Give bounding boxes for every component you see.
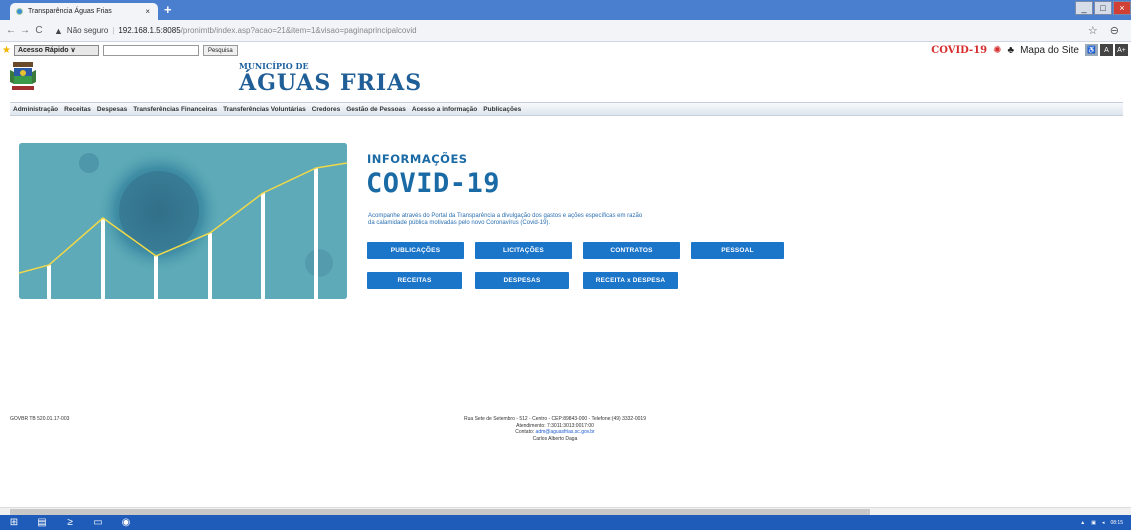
- tray-arrow-icon[interactable]: ▲: [1080, 520, 1085, 526]
- description-line: Acompanhe através do Portal da Transparê…: [368, 213, 643, 219]
- close-window-button[interactable]: ×: [1113, 1, 1131, 15]
- back-button[interactable]: ←: [4, 25, 18, 36]
- url-field[interactable]: ▲ Não seguro | 192.168.1.5:8085/pronimtb…: [54, 26, 417, 36]
- contact-label: Contato:: [515, 429, 535, 435]
- browser-tab-bar: Transparência Águas Frias × + _ □ ×: [0, 0, 1131, 20]
- covid-banner-image: [19, 143, 347, 299]
- volume-icon[interactable]: ◂: [1102, 520, 1105, 526]
- windows-start-icon[interactable]: ⊞: [0, 515, 28, 530]
- new-tab-button[interactable]: +: [164, 2, 172, 18]
- taskbar: ⊞ ▤ ≥ ▭ ◉ ▲ ▣ ◂ 08:15: [0, 515, 1131, 530]
- server-manager-icon[interactable]: ▤: [28, 515, 56, 530]
- menu-item[interactable]: Transferências Financeiras: [130, 106, 220, 113]
- file-explorer-icon[interactable]: ▭: [84, 515, 112, 530]
- pessoal-button[interactable]: PESSOAL: [691, 242, 784, 259]
- city-name: ÁGUAS FRIAS: [239, 70, 423, 96]
- menu-item[interactable]: Administração: [10, 106, 61, 113]
- reload-button[interactable]: C: [32, 25, 46, 36]
- publicacoes-button[interactable]: PUBLICAÇÕES: [367, 242, 464, 259]
- url-path: /pronimtb/index.asp?acao=21&item=1&visao…: [180, 26, 417, 35]
- accessibility-icon[interactable]: ♿: [1085, 44, 1098, 56]
- version-label: GOVBR TB 520.01.17-003: [10, 416, 70, 422]
- site-toolbar: ★ Acesso Rápido ∨ Pesquisa COVID-19 ✺ ♣ …: [0, 42, 1131, 58]
- font-increase-button[interactable]: A+: [1115, 44, 1128, 56]
- menu-item[interactable]: Receitas: [61, 106, 94, 113]
- site-map-link[interactable]: Mapa do Site: [1020, 45, 1079, 56]
- site-favicon-icon: [16, 8, 23, 15]
- main-menu: Administração Receitas Despesas Transfer…: [10, 102, 1123, 116]
- quick-access-select[interactable]: Acesso Rápido ∨: [13, 44, 99, 56]
- info-title: INFORMAÇÕES: [367, 152, 468, 166]
- font-normal-button[interactable]: A: [1100, 44, 1113, 56]
- network-icon[interactable]: ▣: [1091, 520, 1096, 526]
- system-tray: ▲ ▣ ◂ 08:15: [1080, 520, 1123, 526]
- contratos-button[interactable]: CONTRATOS: [583, 242, 680, 259]
- menu-item[interactable]: Despesas: [94, 106, 130, 113]
- sitemap-icon: ♣: [1007, 44, 1015, 56]
- site-header: MUNICÍPIO DE ÁGUAS FRIAS: [0, 58, 1131, 100]
- menu-item[interactable]: Transferências Voluntárias: [220, 106, 309, 113]
- profile-icon[interactable]: ⊖: [1110, 24, 1119, 37]
- address-bar: ← → C ▲ Não seguro | 192.168.1.5:8085/pr…: [0, 20, 1131, 42]
- horizontal-scrollbar[interactable]: [0, 507, 1131, 515]
- window-controls: _ □ ×: [1075, 1, 1131, 15]
- menu-item[interactable]: Publicações: [480, 106, 524, 113]
- despesas-button[interactable]: DESPESAS: [475, 272, 569, 289]
- contact-email-link[interactable]: adm@aguasfrias.sc.gov.br: [536, 429, 595, 435]
- description-line: da calamidade pública motivadas pelo nov…: [368, 220, 551, 226]
- favorite-star-icon: ★: [2, 44, 11, 56]
- minimize-button[interactable]: _: [1075, 1, 1093, 15]
- covid-link[interactable]: COVID-19: [931, 45, 987, 56]
- search-input[interactable]: [102, 44, 199, 56]
- covid-heading: COVID-19: [366, 168, 501, 199]
- municipal-crest-icon: [10, 62, 36, 90]
- chrome-icon[interactable]: ◉: [112, 515, 140, 530]
- virus-icon: ✺: [993, 44, 1002, 56]
- tab-title: Transparência Águas Frias: [28, 8, 112, 15]
- clock-time[interactable]: 08:15: [1110, 520, 1123, 526]
- menu-item[interactable]: Credores: [309, 106, 344, 113]
- forward-button[interactable]: →: [18, 25, 32, 36]
- info-description: Acompanhe através do Portal da Transparê…: [368, 213, 768, 227]
- licitacoes-button[interactable]: LICITAÇÕES: [475, 242, 572, 259]
- menu-item[interactable]: Acesso a informação: [409, 106, 480, 113]
- receita-x-despesa-button[interactable]: RECEITA x DESPESA: [583, 272, 678, 289]
- browser-tab[interactable]: Transparência Águas Frias ×: [10, 3, 158, 20]
- menu-item[interactable]: Gestão de Pessoas: [343, 106, 409, 113]
- footer-info: Rua Sete de Setembro - 512 - Centro - CE…: [420, 416, 690, 442]
- security-warning-text: Não seguro: [66, 26, 109, 35]
- powershell-icon[interactable]: ≥: [56, 515, 84, 530]
- url-host: 192.168.1.5:8085: [118, 26, 181, 35]
- bookmark-star-icon[interactable]: ☆: [1088, 24, 1098, 37]
- contact-name: Carlos Alberto Daga: [532, 435, 578, 442]
- warning-icon: ▲: [54, 25, 63, 36]
- maximize-button[interactable]: □: [1094, 1, 1112, 15]
- receitas-button[interactable]: RECEITAS: [367, 272, 462, 289]
- tab-close-icon[interactable]: ×: [145, 7, 150, 16]
- search-button[interactable]: Pesquisa: [202, 44, 238, 56]
